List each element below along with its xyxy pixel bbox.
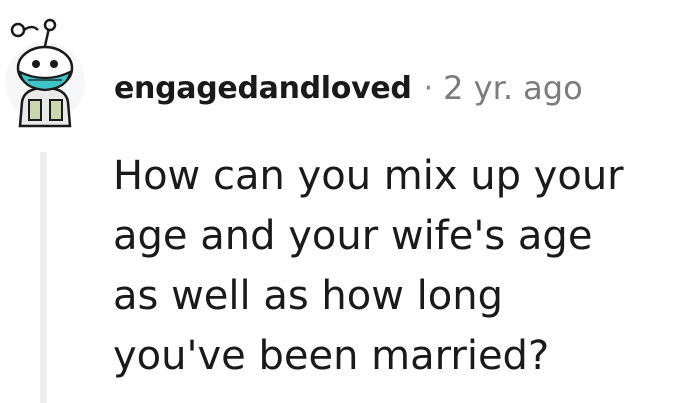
comment-timestamp[interactable]: 2 yr. ago (443, 69, 583, 107)
comment-body: How can you mix up your age and your wif… (113, 153, 624, 379)
meta-separator: · (423, 70, 434, 106)
author-username[interactable]: engagedandloved (114, 71, 412, 106)
user-avatar[interactable] (0, 14, 100, 132)
thread-line[interactable] (40, 152, 47, 403)
comment: engagedandloved · 2 yr. ago How can you … (0, 0, 677, 403)
comment-header: engagedandloved · 2 yr. ago (114, 64, 583, 112)
snoo-avatar-icon (5, 18, 85, 128)
